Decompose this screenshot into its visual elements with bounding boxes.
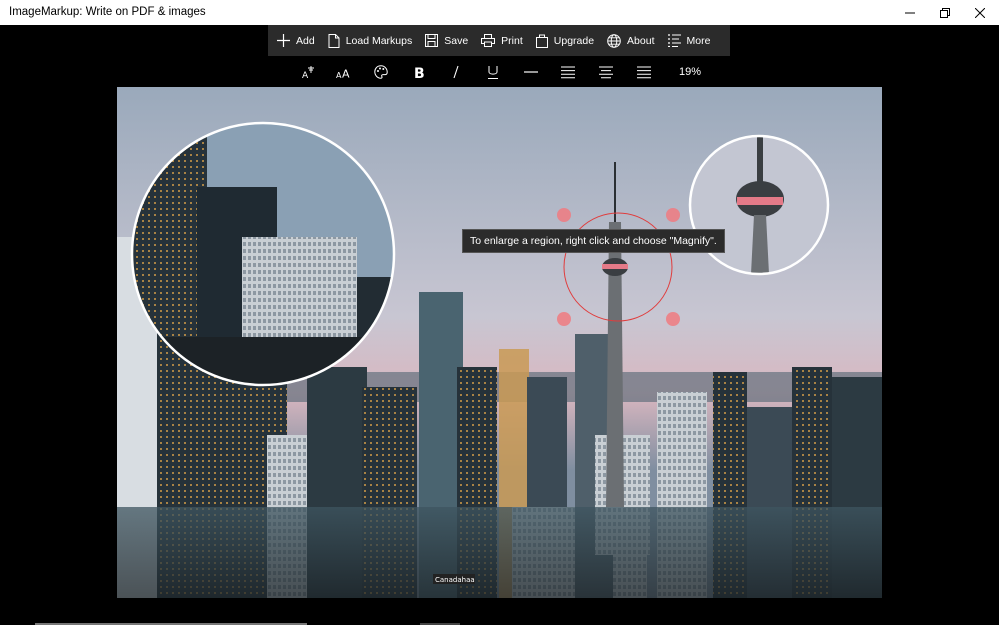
svg-text:A: A (342, 68, 350, 80)
more-button[interactable]: More (667, 25, 720, 56)
font-size-icon: AA (336, 68, 350, 80)
close-icon (974, 7, 985, 18)
minimize-icon (904, 12, 915, 13)
bold-icon: B (414, 66, 425, 79)
bottom-scrollbar[interactable] (0, 620, 999, 625)
resize-handle-bottom-left[interactable] (557, 312, 571, 326)
text-style-icon: A (302, 66, 314, 79)
font-size-button[interactable]: AA (334, 60, 354, 84)
underline-button[interactable] (483, 60, 503, 84)
main-toolbar: Add Load Markups Save Print Upgrade Abou… (268, 25, 730, 56)
print-icon (481, 34, 496, 47)
city-photo: Canadahaa (117, 87, 882, 598)
plus-icon (277, 34, 290, 47)
image-canvas[interactable]: Canadahaa (117, 87, 882, 598)
line-button[interactable] (521, 60, 541, 84)
svg-text:B: B (414, 66, 425, 79)
more-list-icon (667, 34, 681, 47)
text-style-button[interactable]: A (298, 60, 318, 84)
resize-handle-top-right[interactable] (666, 208, 680, 222)
svg-text:A: A (302, 71, 309, 79)
save-button[interactable]: Save (425, 25, 477, 56)
resize-handle-bottom-right[interactable] (666, 312, 680, 326)
add-button[interactable]: Add (277, 25, 324, 56)
align-center-button[interactable] (596, 60, 616, 84)
restore-button[interactable] (927, 0, 962, 25)
save-icon (425, 34, 439, 47)
more-label: More (686, 34, 711, 47)
resize-handle-top-left[interactable] (557, 208, 571, 222)
save-label: Save (444, 34, 469, 47)
align-left-button[interactable] (558, 60, 578, 84)
align-left-icon (561, 66, 575, 78)
restore-icon (939, 7, 950, 18)
upgrade-label: Upgrade (553, 34, 595, 47)
about-button[interactable]: About (607, 25, 663, 56)
window-title: ImageMarkup: Write on PDF & images (9, 6, 206, 18)
align-right-icon (637, 66, 651, 78)
line-icon (524, 71, 538, 73)
underline-icon (488, 65, 498, 79)
minimize-button[interactable] (892, 0, 927, 25)
zoom-level[interactable]: 19% (676, 60, 704, 84)
about-label: About (627, 34, 655, 47)
load-markups-button[interactable]: Load Markups (328, 25, 422, 56)
sign-text: Canadahaa (435, 576, 475, 584)
add-label: Add (296, 34, 315, 47)
close-button[interactable] (962, 0, 997, 25)
file-icon (328, 33, 340, 48)
title-bar: ImageMarkup: Write on PDF & images (0, 0, 999, 25)
format-toolbar: A AA B 19% (290, 60, 710, 84)
print-button[interactable]: Print (481, 25, 532, 56)
color-palette-icon (374, 65, 388, 79)
globe-icon (607, 33, 621, 48)
upgrade-icon (535, 34, 548, 48)
magnify-tooltip: To enlarge a region, right click and cho… (462, 229, 725, 253)
bold-button[interactable]: B (409, 60, 429, 84)
align-right-button[interactable] (634, 60, 654, 84)
align-center-icon (599, 66, 613, 78)
italic-button[interactable] (446, 60, 466, 84)
upgrade-button[interactable]: Upgrade (535, 25, 603, 56)
italic-icon (453, 65, 459, 79)
load-markups-label: Load Markups (345, 34, 413, 47)
color-palette-button[interactable] (371, 60, 391, 84)
print-label: Print (501, 34, 523, 47)
